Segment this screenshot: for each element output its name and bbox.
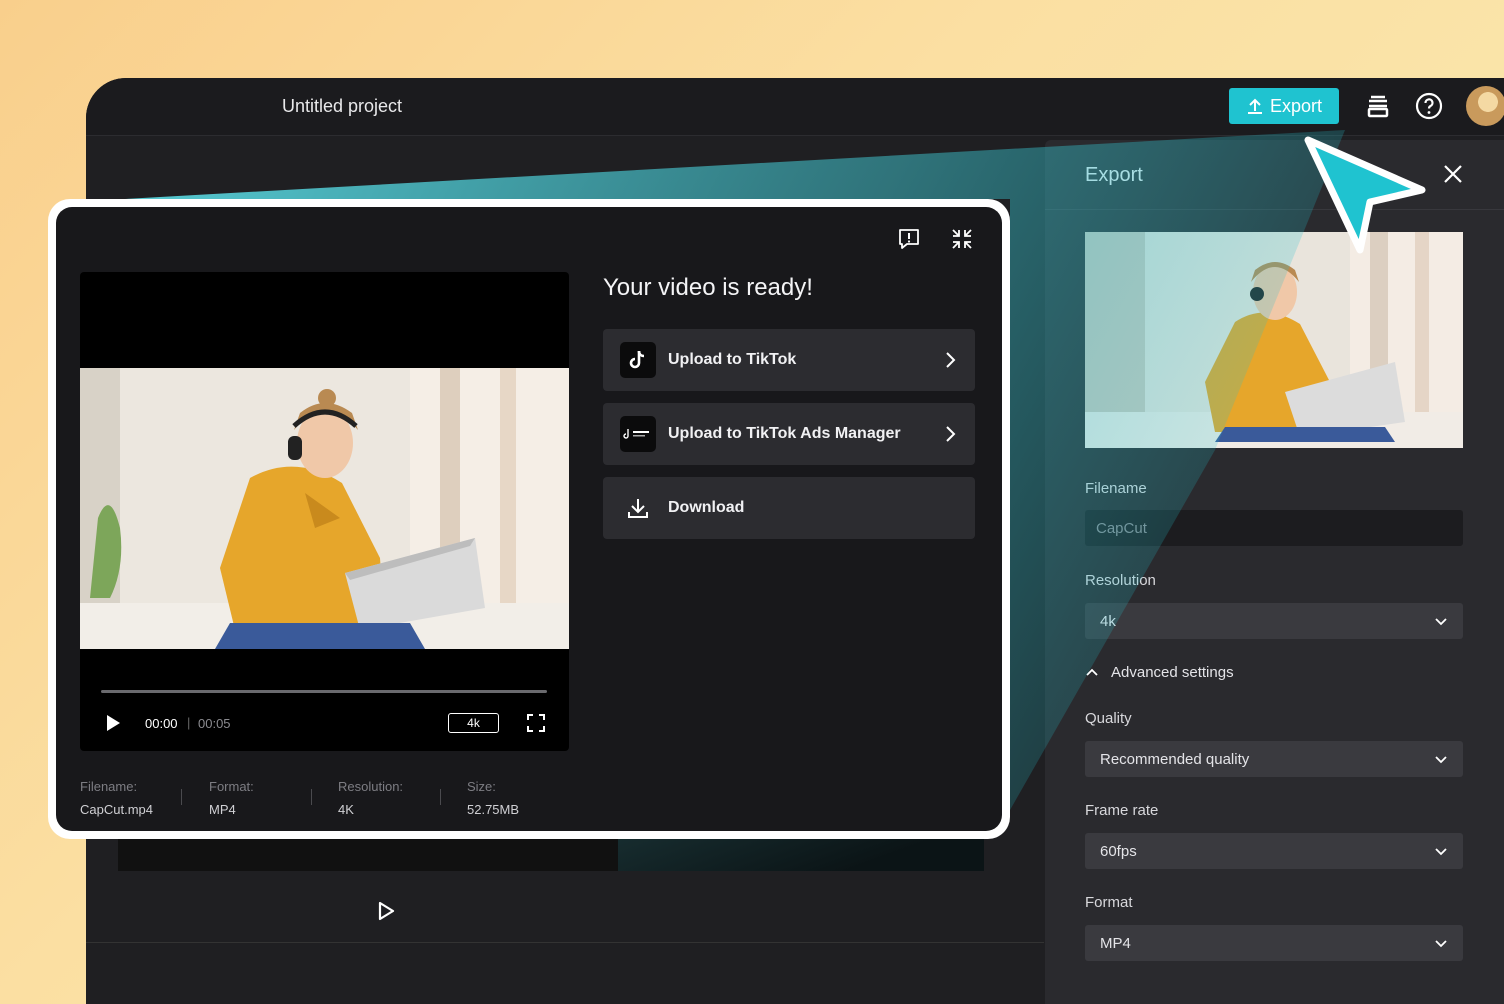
framerate-value: 60fps: [1100, 842, 1137, 860]
export-complete-dialog: 00:00 | 00:05 4k Your video is ready! Up…: [56, 207, 1002, 831]
framerate-label: Frame rate: [1085, 802, 1159, 819]
chevron-up-icon: [1086, 668, 1098, 676]
export-panel-header: Export: [1045, 140, 1504, 210]
upload-icon: [1247, 98, 1262, 114]
quality-select[interactable]: Recommended quality: [1085, 741, 1463, 777]
total-time: 00:05: [198, 716, 231, 731]
chevron-right-icon: [946, 352, 956, 368]
meta-filename-value: CapCut.mp4: [80, 802, 153, 817]
format-value: MP4: [1100, 934, 1131, 952]
framerate-select[interactable]: 60fps: [1085, 833, 1463, 869]
upload-tiktok-button[interactable]: Upload to TikTok: [603, 329, 975, 391]
close-icon[interactable]: [1441, 162, 1465, 186]
export-button-label: Export: [1269, 95, 1323, 116]
dialog-title: Your video is ready!: [603, 274, 813, 301]
minimize-icon[interactable]: [950, 227, 974, 251]
download-label: Download: [668, 499, 745, 516]
video-player[interactable]: 00:00 | 00:05 4k: [80, 272, 569, 751]
chevron-down-icon: [1435, 940, 1447, 948]
help-icon[interactable]: [1414, 91, 1444, 121]
resolution-value: 4k: [1100, 612, 1116, 630]
resolution-select[interactable]: 4k: [1085, 603, 1463, 639]
progress-bar[interactable]: [101, 690, 547, 693]
time-separator: |: [187, 715, 191, 730]
filename-label: Filename: [1085, 480, 1147, 497]
meta-filename-key: Filename:: [80, 779, 138, 794]
format-select[interactable]: MP4: [1085, 925, 1463, 961]
meta-format-key: Format:: [209, 779, 254, 794]
format-label: Format: [1085, 894, 1133, 911]
play-icon[interactable]: [104, 714, 122, 732]
meta-divider: [440, 789, 441, 805]
download-icon: [620, 490, 656, 526]
meta-format-value: MP4: [209, 802, 236, 817]
meta-size: Size: 52.75MB: [467, 779, 519, 817]
user-avatar[interactable]: [1466, 86, 1504, 126]
advanced-settings-label: Advanced settings: [1111, 664, 1234, 681]
chevron-down-icon: [1435, 848, 1447, 856]
upload-tiktok-ads-label: Upload to TikTok Ads Manager: [668, 425, 901, 442]
filename-input[interactable]: CapCut: [1085, 510, 1463, 546]
cursor-pointer-icon: [1304, 136, 1426, 254]
video-frame: [80, 368, 569, 649]
tiktok-icon: [620, 342, 656, 378]
download-button[interactable]: Download: [603, 477, 975, 539]
export-preview-thumbnail: [1085, 232, 1463, 448]
meta-resolution-key: Resolution:: [338, 779, 404, 794]
quality-label: Quality: [1085, 710, 1132, 727]
upload-tiktok-label: Upload to TikTok: [668, 351, 797, 368]
meta-format: Format: MP4: [209, 779, 254, 817]
export-button[interactable]: Export: [1229, 88, 1339, 124]
meta-size-key: Size:: [467, 779, 496, 794]
quality-badge[interactable]: 4k: [448, 713, 499, 733]
export-panel: Export Filename CapCut Resolution 4k Adv…: [1045, 140, 1504, 1004]
meta-resolution-value: 4K: [338, 802, 354, 817]
tiktok-business-icon: [620, 416, 656, 452]
export-panel-title: Export: [1085, 164, 1143, 186]
project-title[interactable]: Untitled project: [282, 96, 402, 117]
meta-divider: [311, 789, 312, 805]
chevron-down-icon: [1435, 756, 1447, 764]
top-bar: Untitled project Export: [86, 78, 1504, 136]
meta-filename: Filename: CapCut.mp4: [80, 779, 153, 817]
layers-icon[interactable]: [1363, 91, 1393, 121]
feedback-icon[interactable]: [897, 227, 921, 251]
chevron-down-icon: [1435, 618, 1447, 626]
divider: [86, 942, 1044, 943]
resolution-label: Resolution: [1085, 572, 1156, 589]
meta-divider: [181, 789, 182, 805]
chevron-right-icon: [946, 426, 956, 442]
quality-value: Recommended quality: [1100, 750, 1250, 768]
upload-tiktok-ads-button[interactable]: Upload to TikTok Ads Manager: [603, 403, 975, 465]
meta-resolution: Resolution: 4K: [338, 779, 403, 817]
fullscreen-icon[interactable]: [527, 714, 545, 732]
current-time: 00:00: [145, 716, 178, 731]
meta-size-value: 52.75MB: [467, 802, 520, 817]
advanced-settings-toggle[interactable]: Advanced settings: [1085, 664, 1234, 681]
play-icon[interactable]: [375, 900, 397, 922]
